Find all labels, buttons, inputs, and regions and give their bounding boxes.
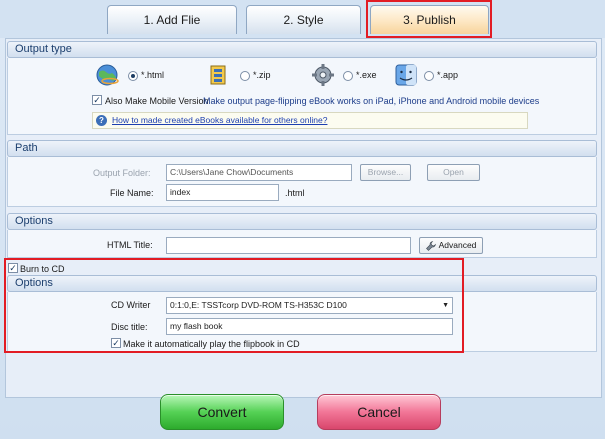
output-type-header: Output type bbox=[7, 41, 597, 58]
html-title-label: HTML Title: bbox=[107, 240, 153, 250]
cd-writer-label: CD Writer bbox=[111, 300, 151, 310]
gear-exe-icon bbox=[312, 64, 334, 86]
file-name-field[interactable]: index bbox=[166, 184, 279, 201]
file-extension-label: .html bbox=[285, 188, 305, 198]
disc-title-field[interactable]: my flash book bbox=[166, 318, 453, 335]
mobile-version-label[interactable]: Also Make Mobile Version bbox=[105, 96, 209, 106]
file-name-label: File Name: bbox=[110, 188, 154, 198]
help-icon: ? bbox=[96, 115, 107, 126]
output-folder-field[interactable]: C:\Users\Jane Chow\Documents bbox=[166, 164, 352, 181]
format-html-label[interactable]: *.html bbox=[141, 70, 164, 80]
cd-writer-value: 0:1:0,E: TSSTcorp DVD-ROM TS-H353C D100 bbox=[170, 300, 347, 310]
format-zip-radio[interactable] bbox=[240, 71, 250, 81]
open-button[interactable]: Open bbox=[427, 164, 480, 181]
format-exe-radio[interactable] bbox=[343, 71, 353, 81]
advanced-button[interactable]: Advanced bbox=[419, 237, 483, 254]
zip-archive-icon bbox=[210, 65, 226, 85]
browse-button[interactable]: Browse... bbox=[360, 164, 411, 181]
cd-writer-select[interactable]: 0:1:0,E: TSSTcorp DVD-ROM TS-H353C D100 … bbox=[166, 297, 453, 314]
format-html-radio[interactable] bbox=[128, 71, 138, 81]
burn-to-cd-label[interactable]: Burn to CD bbox=[20, 264, 65, 274]
burn-to-cd-checkbox[interactable]: ✓ bbox=[8, 263, 18, 273]
autoplay-checkbox[interactable]: ✓ bbox=[111, 338, 121, 348]
chevron-down-icon: ▼ bbox=[442, 302, 449, 309]
tab-publish[interactable]: 3. Publish bbox=[370, 5, 489, 34]
cancel-button[interactable]: Cancel bbox=[317, 394, 441, 430]
mac-finder-icon bbox=[395, 64, 417, 86]
tab-bar: 1. Add Flie 2. Style 3. Publish bbox=[0, 0, 605, 38]
tab-style[interactable]: 2. Style bbox=[246, 5, 361, 34]
disc-title-label: Disc title: bbox=[111, 322, 148, 332]
path-header: Path bbox=[7, 140, 597, 157]
format-app-radio[interactable] bbox=[424, 71, 434, 81]
mobile-version-checkbox[interactable]: ✓ bbox=[92, 95, 102, 105]
format-zip-label[interactable]: *.zip bbox=[253, 70, 271, 80]
wrench-icon bbox=[425, 240, 436, 251]
format-exe-label[interactable]: *.exe bbox=[356, 70, 377, 80]
globe-icon bbox=[96, 64, 119, 86]
burn-options-header: Options bbox=[7, 275, 597, 292]
help-link[interactable]: How to made created eBooks available for… bbox=[112, 115, 327, 125]
convert-button[interactable]: Convert bbox=[160, 394, 284, 430]
html-title-field[interactable] bbox=[166, 237, 411, 254]
autoplay-label[interactable]: Make it automatically play the flipbook … bbox=[123, 339, 300, 349]
mobile-version-description: Make output page-flipping eBook works on… bbox=[203, 96, 540, 106]
format-app-label[interactable]: *.app bbox=[437, 70, 458, 80]
options-header: Options bbox=[7, 213, 597, 230]
advanced-button-label: Advanced bbox=[438, 240, 477, 250]
output-folder-label: Output Folder: bbox=[93, 168, 151, 178]
tab-add-file[interactable]: 1. Add Flie bbox=[107, 5, 237, 34]
